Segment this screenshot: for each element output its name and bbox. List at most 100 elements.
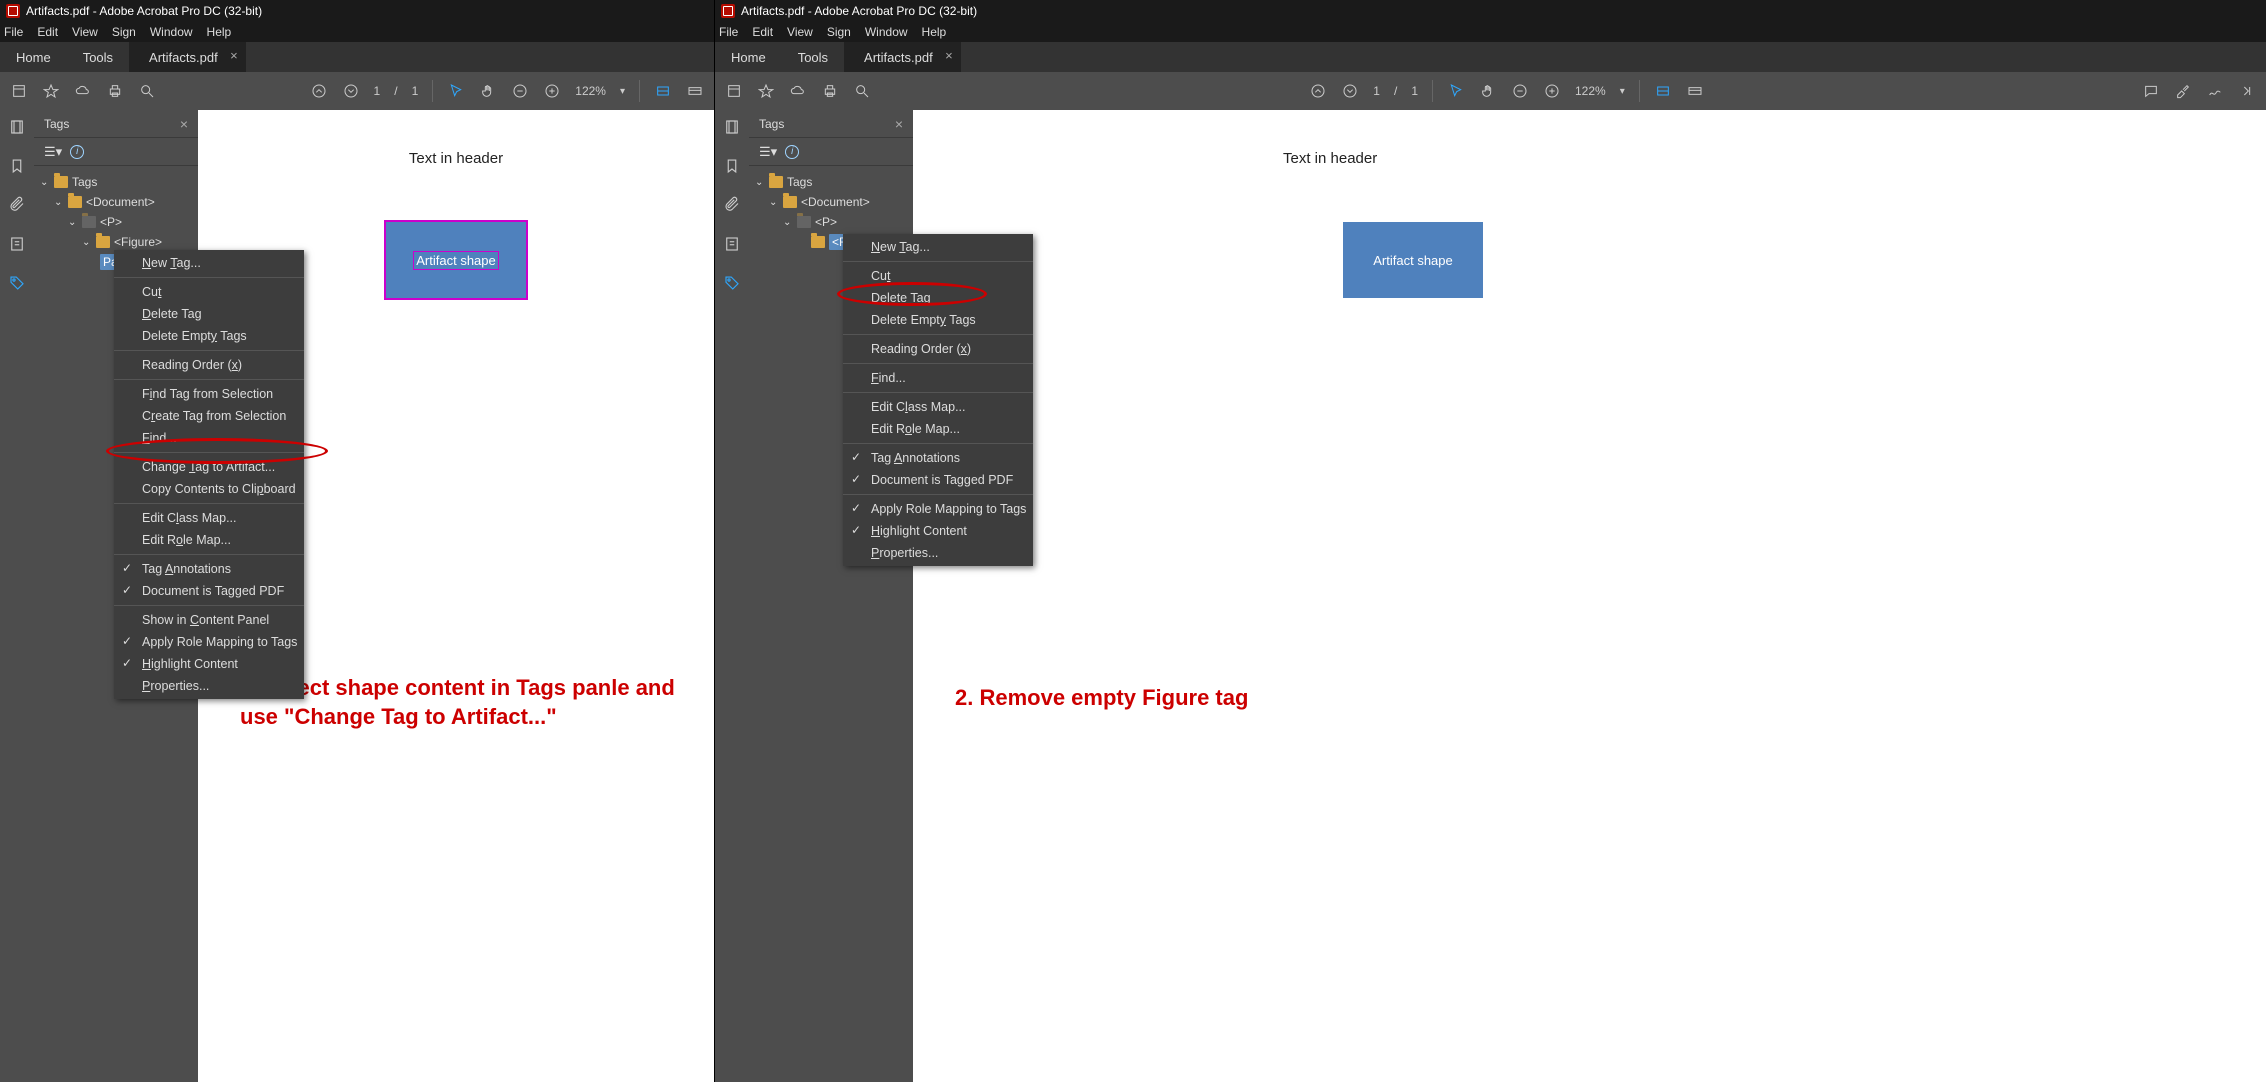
tree-p[interactable]: ⌄<P> (38, 212, 194, 232)
menu-highlight-content[interactable]: Highlight Content (114, 653, 304, 675)
tags-icon[interactable] (723, 274, 741, 297)
close-icon[interactable]: × (230, 48, 238, 63)
menu-window[interactable]: Window (865, 25, 908, 39)
menu-highlight-content[interactable]: Highlight Content (843, 520, 1033, 542)
menu-help[interactable]: Help (922, 25, 947, 39)
zoom-in-icon[interactable] (543, 82, 561, 100)
tree-figure[interactable]: ⌄<Figure> (38, 232, 194, 252)
page-down-icon[interactable] (342, 82, 360, 100)
menu-new-tag[interactable]: New Tag... (843, 236, 1033, 258)
page-up-icon[interactable] (310, 82, 328, 100)
read-mode-icon[interactable] (686, 82, 704, 100)
menu-window[interactable]: Window (150, 25, 193, 39)
chevron-down-icon[interactable]: ▾ (620, 86, 625, 97)
thumbnails-icon[interactable] (723, 118, 741, 141)
menu-edit-class-map[interactable]: Edit Class Map... (843, 396, 1033, 418)
menu-new-tag[interactable]: New Tag... (114, 252, 304, 274)
menu-sign[interactable]: Sign (827, 25, 851, 39)
menu-properties[interactable]: Properties... (843, 542, 1033, 564)
tab-document[interactable]: Artifacts.pdf × (129, 42, 246, 72)
selection-tool-icon[interactable] (447, 82, 465, 100)
tree-document[interactable]: ⌄<Document> (753, 192, 909, 212)
content-icon[interactable] (8, 235, 26, 258)
menu-help[interactable]: Help (207, 25, 232, 39)
menu-view[interactable]: View (787, 25, 813, 39)
menu-edit-role-map[interactable]: Edit Role Map... (843, 418, 1033, 440)
menu-role-mapping[interactable]: Apply Role Mapping to Tags (114, 631, 304, 653)
options-icon[interactable]: ☰▾ (44, 144, 62, 160)
bookmarks-icon[interactable] (723, 157, 741, 180)
comment-icon[interactable] (2142, 82, 2160, 100)
menu-delete-tag[interactable]: Delete Tag (843, 287, 1033, 309)
fit-width-icon[interactable] (1654, 82, 1672, 100)
menu-edit[interactable]: Edit (752, 25, 773, 39)
thumbnails-icon[interactable] (8, 118, 26, 141)
menu-edit-class-map[interactable]: Edit Class Map... (114, 507, 304, 529)
zoom-in-icon[interactable] (1543, 82, 1561, 100)
page-up-icon[interactable] (1309, 82, 1327, 100)
star-icon[interactable] (757, 82, 775, 100)
menu-cut[interactable]: Cut (843, 265, 1033, 287)
menu-create-tag-selection[interactable]: Create Tag from Selection (114, 405, 304, 427)
content-icon[interactable] (723, 235, 741, 258)
cloud-icon[interactable] (789, 82, 807, 100)
tab-home[interactable]: Home (715, 42, 782, 72)
menu-delete-empty[interactable]: Delete Empty Tags (114, 325, 304, 347)
zoom-value[interactable]: 122% (1575, 84, 1606, 98)
tab-home[interactable]: Home (0, 42, 67, 72)
fit-width-icon[interactable] (654, 82, 672, 100)
menu-copy-clipboard[interactable]: Copy Contents to Clipboard (114, 478, 304, 500)
menu-properties[interactable]: Properties... (114, 675, 304, 697)
menu-view[interactable]: View (72, 25, 98, 39)
zoom-out-icon[interactable] (511, 82, 529, 100)
info-icon[interactable]: i (785, 145, 799, 159)
print-icon[interactable] (106, 82, 124, 100)
save-icon[interactable] (725, 82, 743, 100)
attachments-icon[interactable] (8, 196, 26, 219)
highlight-icon[interactable] (2174, 82, 2192, 100)
tree-root[interactable]: ⌄Tags (753, 172, 909, 192)
save-icon[interactable] (10, 82, 28, 100)
read-mode-icon[interactable] (1686, 82, 1704, 100)
attachments-icon[interactable] (723, 196, 741, 219)
menu-find[interactable]: Find... (843, 367, 1033, 389)
print-icon[interactable] (821, 82, 839, 100)
tab-tools[interactable]: Tools (67, 42, 129, 72)
menu-tag-annotations[interactable]: Tag Annotations (843, 447, 1033, 469)
tab-document[interactable]: Artifacts.pdf × (844, 42, 961, 72)
tree-document[interactable]: ⌄<Document> (38, 192, 194, 212)
more-icon[interactable] (2238, 82, 2256, 100)
menu-change-to-artifact[interactable]: Change Tag to Artifact... (114, 456, 304, 478)
selection-tool-icon[interactable] (1447, 82, 1465, 100)
cloud-icon[interactable] (74, 82, 92, 100)
close-icon[interactable]: × (895, 116, 903, 132)
search-icon[interactable] (138, 82, 156, 100)
menu-edit[interactable]: Edit (37, 25, 58, 39)
bookmarks-icon[interactable] (8, 157, 26, 180)
menu-role-mapping[interactable]: Apply Role Mapping to Tags (843, 498, 1033, 520)
menu-find-tag-selection[interactable]: Find Tag from Selection (114, 383, 304, 405)
menu-doc-tagged[interactable]: Document is Tagged PDF (114, 580, 304, 602)
info-icon[interactable]: i (70, 145, 84, 159)
zoom-value[interactable]: 122% (575, 84, 606, 98)
tags-icon[interactable] (8, 274, 26, 297)
menu-cut[interactable]: Cut (114, 281, 304, 303)
tab-tools[interactable]: Tools (782, 42, 844, 72)
menu-tag-annotations[interactable]: Tag Annotations (114, 558, 304, 580)
menu-show-content-panel[interactable]: Show in Content Panel (114, 609, 304, 631)
tree-p[interactable]: ⌄<P> (753, 212, 909, 232)
star-icon[interactable] (42, 82, 60, 100)
menu-sign[interactable]: Sign (112, 25, 136, 39)
menu-delete-tag[interactable]: Delete Tag (114, 303, 304, 325)
menu-find[interactable]: Find... (114, 427, 304, 449)
menu-delete-empty[interactable]: Delete Empty Tags (843, 309, 1033, 331)
hand-tool-icon[interactable] (1479, 82, 1497, 100)
menu-doc-tagged[interactable]: Document is Tagged PDF (843, 469, 1033, 491)
search-icon[interactable] (853, 82, 871, 100)
close-icon[interactable]: × (180, 116, 188, 132)
close-icon[interactable]: × (945, 48, 953, 63)
hand-tool-icon[interactable] (479, 82, 497, 100)
tree-root[interactable]: ⌄Tags (38, 172, 194, 192)
menu-file[interactable]: File (4, 25, 23, 39)
menu-file[interactable]: File (719, 25, 738, 39)
